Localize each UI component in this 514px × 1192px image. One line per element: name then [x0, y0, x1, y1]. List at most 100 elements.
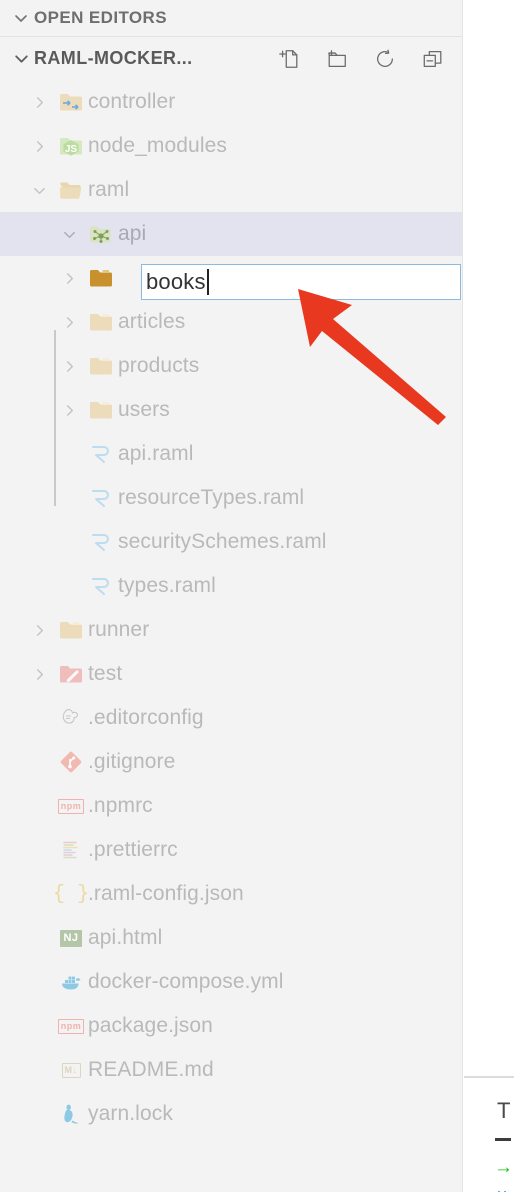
folder-node-icon: JS — [54, 135, 88, 157]
tree-item-label: package.json — [88, 1014, 213, 1037]
tree-row-readme-md[interactable]: M↓ README.md — [0, 1048, 462, 1092]
editor-dots-fragment: ·· — [496, 1181, 508, 1192]
tree-item-label: yarn.lock — [88, 1102, 173, 1125]
tree-row-api[interactable]: api — [0, 212, 462, 256]
markdown-icon: M↓ — [54, 1062, 88, 1078]
chevron-right-icon[interactable] — [24, 667, 54, 682]
folder-icon — [84, 311, 118, 333]
tree-row-prettierrc[interactable]: .prettierrc — [0, 828, 462, 872]
tree-row-resourcetypes-raml[interactable]: resourceTypes.raml — [0, 476, 462, 520]
tree-item-label: .prettierrc — [88, 838, 178, 861]
tree-item-label: api — [118, 222, 147, 245]
tree-row-securityschemes-raml[interactable]: securitySchemes.raml — [0, 520, 462, 564]
tree-item-label: products — [118, 354, 200, 377]
tree-row-articles[interactable]: articles — [0, 300, 462, 344]
section-header-open-editors[interactable]: OPEN EDITORS — [0, 0, 462, 36]
chevron-down-icon[interactable] — [54, 227, 84, 242]
chevron-right-icon[interactable] — [54, 403, 84, 418]
editor-divider — [464, 1076, 514, 1078]
text-cursor — [206, 269, 209, 295]
rename-input[interactable]: books — [141, 264, 461, 300]
chevron-right-icon[interactable] — [24, 139, 54, 154]
prettier-icon — [54, 839, 88, 861]
nunjucks-icon: NJ — [54, 929, 88, 947]
chevron-right-icon[interactable] — [24, 623, 54, 638]
tree-row-docker-compose-yml[interactable]: docker-compose.yml — [0, 960, 462, 1004]
editor-text-fragment: T — [497, 1098, 511, 1123]
tree-item-label: securitySchemes.raml — [118, 530, 327, 553]
folder-controller-icon — [54, 91, 88, 113]
tree-row-books-rename[interactable]: books — [0, 256, 462, 300]
tree-item-label: README.md — [88, 1058, 214, 1081]
tree-row-users[interactable]: users — [0, 388, 462, 432]
refresh-icon[interactable] — [374, 48, 396, 70]
tree-row-runner[interactable]: runner — [0, 608, 462, 652]
explorer-sidebar: OPEN EDITORS RAML-MOCKER... controller J… — [0, 0, 463, 1192]
folder-icon — [54, 619, 88, 641]
tree-item-label: resourceTypes.raml — [118, 486, 305, 509]
raml-icon — [84, 574, 118, 598]
json-icon: { } — [53, 882, 90, 906]
tree-row-package-json[interactable]: npm package.json — [0, 1004, 462, 1048]
tree-item-label: controller — [88, 90, 176, 113]
tree-row-raml[interactable]: raml — [0, 168, 462, 212]
chevron-down-icon[interactable] — [8, 10, 34, 26]
raml-icon — [84, 486, 118, 510]
npm-icon: npm — [54, 1018, 88, 1034]
tree-row-npmrc[interactable]: npm .npmrc — [0, 784, 462, 828]
tree-row-products[interactable]: products — [0, 344, 462, 388]
tree-item-label: test — [88, 662, 123, 685]
editor-dash-fragment — [495, 1138, 511, 1141]
tree-row-types-raml[interactable]: types.raml — [0, 564, 462, 608]
raml-icon — [84, 442, 118, 466]
tree-row-test[interactable]: test — [0, 652, 462, 696]
tree-row-api-html[interactable]: NJ api.html — [0, 916, 462, 960]
new-file-icon[interactable] — [278, 48, 300, 70]
tree-item-label: types.raml — [118, 574, 216, 597]
new-folder-icon[interactable] — [326, 48, 348, 70]
tree-row-node-modules[interactable]: JS node_modules — [0, 124, 462, 168]
section-title-open-editors: OPEN EDITORS — [34, 8, 167, 27]
chevron-right-icon[interactable] — [54, 359, 84, 374]
tree-item-label: users — [118, 398, 170, 421]
tree-row-controller[interactable]: controller — [0, 80, 462, 124]
tree-row-raml-config-json[interactable]: { } .raml-config.json — [0, 872, 462, 916]
chevron-right-icon[interactable] — [24, 95, 54, 110]
project-name-label: RAML-MOCKER... — [34, 48, 193, 68]
npm-icon: npm — [54, 798, 88, 814]
tree-row-api-raml[interactable]: api.raml — [0, 432, 462, 476]
docker-icon — [54, 972, 88, 992]
tree-item-label: articles — [118, 310, 186, 333]
folder-api-icon — [84, 223, 118, 245]
svg-text:JS: JS — [65, 144, 78, 155]
tree-item-label: docker-compose.yml — [88, 970, 284, 993]
tree-item-label: node_modules — [88, 134, 227, 157]
editor-pane-strip: T → ·· — [464, 0, 514, 1192]
chevron-right-icon[interactable] — [54, 315, 84, 330]
chevron-down-icon[interactable] — [8, 50, 34, 67]
tree-item-label: .editorconfig — [88, 706, 204, 729]
section-header-explorer[interactable]: RAML-MOCKER... — [0, 36, 462, 80]
raml-icon — [84, 530, 118, 554]
collapse-all-icon[interactable] — [422, 48, 444, 70]
git-icon — [54, 750, 88, 774]
explorer-actions — [278, 48, 444, 70]
tree-row-yarn-lock[interactable]: yarn.lock — [0, 1092, 462, 1136]
file-tree: controller JS node_modules raml api book… — [0, 80, 462, 1136]
folder-icon — [84, 355, 118, 377]
editor-arrow-fragment: → — [494, 1157, 513, 1178]
chevron-down-icon[interactable] — [24, 183, 54, 198]
tree-row-editorconfig[interactable]: .editorconfig — [0, 696, 462, 740]
tree-item-label: runner — [88, 618, 150, 641]
tree-row-gitignore[interactable]: .gitignore — [0, 740, 462, 784]
folder-test-icon — [54, 663, 88, 685]
tree-item-label: .raml-config.json — [88, 882, 244, 905]
yarn-icon — [54, 1102, 88, 1126]
rename-input-value: books — [146, 269, 206, 294]
tree-item-label: .gitignore — [88, 750, 176, 773]
tree-item-label: api.html — [88, 926, 163, 949]
editorconfig-icon — [54, 706, 88, 730]
tree-item-label: raml — [88, 178, 130, 201]
chevron-right-icon[interactable] — [54, 271, 84, 286]
screenshot-root: OPEN EDITORS RAML-MOCKER... controller J… — [0, 0, 514, 1192]
